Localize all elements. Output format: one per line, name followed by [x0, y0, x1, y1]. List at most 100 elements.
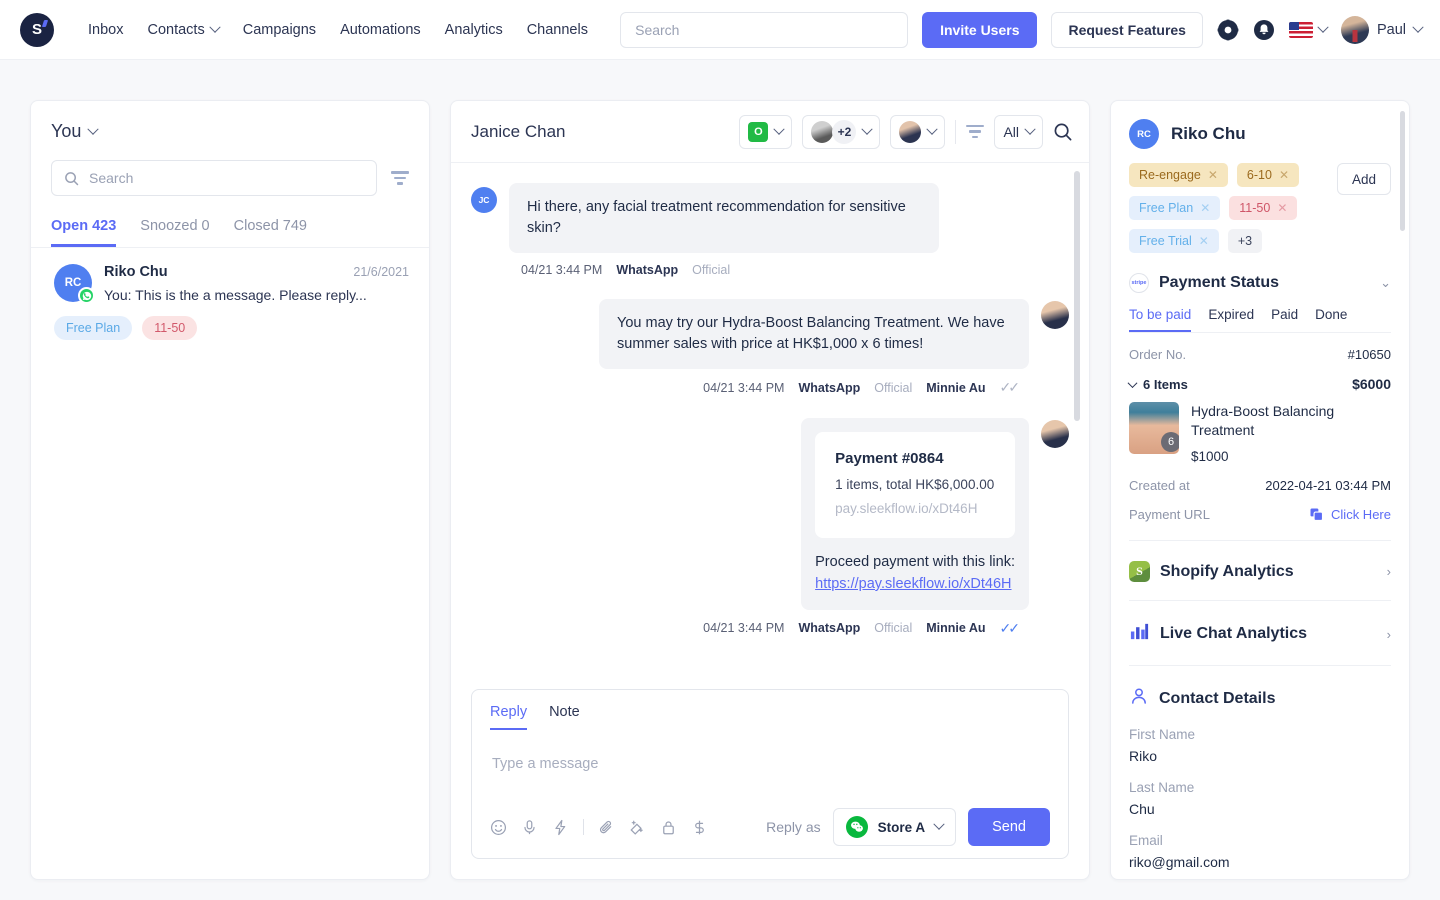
nav-item-automations[interactable]: Automations: [328, 14, 433, 46]
field-value[interactable]: Riko: [1129, 748, 1391, 764]
lock-icon[interactable]: [660, 819, 677, 836]
list-item[interactable]: RC Riko Chu 21/6/2021 You: This is the a…: [31, 248, 429, 358]
tab-to-be-paid[interactable]: To be paid: [1129, 307, 1191, 332]
close-icon[interactable]: ✕: [1277, 201, 1287, 215]
tab-snoozed[interactable]: Snoozed 0: [140, 218, 209, 247]
invite-users-button[interactable]: Invite Users: [922, 12, 1037, 48]
send-button[interactable]: Send: [968, 808, 1050, 846]
close-icon[interactable]: ✕: [1279, 168, 1289, 182]
chat-title: Janice Chan: [471, 122, 566, 142]
tag-6-10[interactable]: 6-10 ✕: [1237, 163, 1299, 187]
tab-paid[interactable]: Paid: [1271, 307, 1298, 332]
search-icon[interactable]: [1053, 122, 1073, 142]
tab-note[interactable]: Note: [549, 704, 580, 730]
filter-icon[interactable]: [391, 171, 409, 185]
conversation-list-panel: You Search Open 423 Snoozed 0 Closed 749…: [30, 100, 430, 880]
notification-bell-icon[interactable]: [1253, 19, 1275, 41]
panel-scrollbar[interactable]: [1400, 111, 1405, 231]
payment-card[interactable]: Payment #0864 1 items, total HK$6,000.00…: [815, 432, 1015, 538]
message-input[interactable]: Type a message: [490, 730, 1050, 808]
language-selector[interactable]: [1289, 22, 1327, 38]
quick-reply-lightning-icon[interactable]: [552, 819, 569, 836]
field-value[interactable]: Chu: [1129, 801, 1391, 817]
composer-toolbar: Reply as Store A Send: [490, 808, 1050, 846]
avatar: [1041, 420, 1069, 448]
message-filter-dropdown[interactable]: All: [994, 115, 1043, 149]
attachment-icon[interactable]: [598, 819, 615, 836]
tab-reply[interactable]: Reply: [490, 704, 527, 730]
message-time: 04/21 3:44 PM: [521, 263, 602, 277]
chevron-down-icon: [1024, 123, 1035, 134]
app-logo[interactable]: S: [20, 13, 54, 47]
filter-icon[interactable]: [966, 125, 984, 139]
store-selector[interactable]: Store A: [833, 808, 957, 846]
message-meta: 04/21 3:44 PM WhatsApp Official Minnie A…: [471, 379, 1017, 396]
channel-badge-icon: O: [748, 122, 768, 142]
nav-item-inbox[interactable]: Inbox: [76, 14, 135, 46]
conversation-search-input[interactable]: Search: [51, 160, 377, 196]
nav-item-analytics[interactable]: Analytics: [433, 14, 515, 46]
microphone-icon[interactable]: [521, 819, 538, 836]
global-search-input[interactable]: Search: [620, 12, 908, 48]
contact-name: Riko Chu: [104, 264, 168, 280]
payment-status-section-header[interactable]: stripe Payment Status ⌄: [1129, 273, 1391, 293]
close-icon[interactable]: ✕: [1200, 201, 1210, 215]
copy-payment-url-button[interactable]: Click Here: [1309, 507, 1391, 522]
avatar: RC: [1129, 119, 1159, 149]
message-official-label: Official: [874, 381, 912, 395]
user-menu[interactable]: Paul: [1341, 16, 1422, 44]
request-features-button[interactable]: Request Features: [1051, 12, 1202, 48]
field-last-name: Last Name Chu: [1129, 780, 1391, 817]
message-scrollbar[interactable]: [1074, 171, 1080, 421]
nav-item-contacts[interactable]: Contacts: [135, 14, 230, 46]
tab-open[interactable]: Open 423: [51, 218, 116, 247]
chevron-right-icon: ›: [1387, 627, 1391, 642]
conversation-tags: Free Plan 11-50: [54, 316, 409, 340]
product-quantity-badge: 6: [1161, 432, 1179, 452]
tag-free-trial[interactable]: Free Trial ✕: [1129, 229, 1219, 253]
tag-label: 11-50: [1239, 201, 1270, 215]
emoji-icon[interactable]: [490, 819, 507, 836]
field-value[interactable]: riko@gmail.com: [1129, 854, 1391, 870]
payment-link[interactable]: https://pay.sleekflow.io/xDt46H: [815, 574, 1015, 596]
tag-free-plan[interactable]: Free Plan ✕: [1129, 196, 1220, 220]
tag-11-50[interactable]: 11-50 ✕: [1229, 196, 1297, 220]
close-icon[interactable]: ✕: [1208, 168, 1218, 182]
created-at-label: Created at: [1129, 478, 1190, 493]
order-items-total: $6000: [1352, 376, 1391, 392]
owner-filter-dropdown[interactable]: You: [51, 121, 409, 142]
tab-closed[interactable]: Closed 749: [234, 218, 307, 247]
nav-item-channels[interactable]: Channels: [515, 14, 600, 46]
tab-done[interactable]: Done: [1315, 307, 1347, 332]
read-check-icon: ✓✓: [1000, 620, 1017, 637]
add-tag-button[interactable]: Add: [1337, 163, 1391, 195]
channel-selector[interactable]: O: [739, 115, 792, 149]
order-product-row: 6 Hydra-Boost Balancing Treatment $1000: [1129, 402, 1391, 464]
product-thumbnail: 6: [1129, 402, 1179, 454]
section-title: Shopify Analytics: [1160, 563, 1294, 581]
message-bubble: You may try our Hydra-Boost Balancing Tr…: [599, 299, 1029, 369]
message-time: 04/21 3:44 PM: [703, 381, 784, 395]
collaborators-selector[interactable]: +2: [802, 115, 880, 149]
tag-overflow-count[interactable]: +3: [1228, 229, 1262, 253]
magic-wand-icon[interactable]: [629, 819, 646, 836]
tag-re-engage[interactable]: Re-engage ✕: [1129, 163, 1228, 187]
payment-dollar-icon[interactable]: [691, 819, 708, 836]
payment-summary: 1 items, total HK$6,000.00: [835, 477, 995, 492]
field-email: Email riko@gmail.com: [1129, 833, 1391, 870]
tab-expired[interactable]: Expired: [1208, 307, 1254, 332]
shopify-analytics-section[interactable]: S Shopify Analytics ›: [1129, 561, 1391, 582]
divider: [1129, 600, 1391, 601]
message-meta: 04/21 3:44 PM WhatsApp Official: [521, 263, 1069, 277]
message-composer: Reply Note Type a message: [471, 689, 1069, 859]
live-chat-analytics-section[interactable]: Live Chat Analytics ›: [1129, 621, 1391, 647]
order-items-row[interactable]: 6 Items $6000: [1129, 376, 1391, 392]
close-icon[interactable]: ✕: [1199, 234, 1209, 248]
gear-icon[interactable]: [1217, 19, 1239, 41]
tag-label: +3: [1238, 234, 1252, 248]
contact-header: RC Riko Chu: [1129, 119, 1391, 149]
nav-item-campaigns[interactable]: Campaigns: [231, 14, 328, 46]
assignee-selector[interactable]: [890, 115, 945, 149]
tag-free-plan: Free Plan: [54, 316, 132, 340]
search-icon: [64, 171, 79, 186]
